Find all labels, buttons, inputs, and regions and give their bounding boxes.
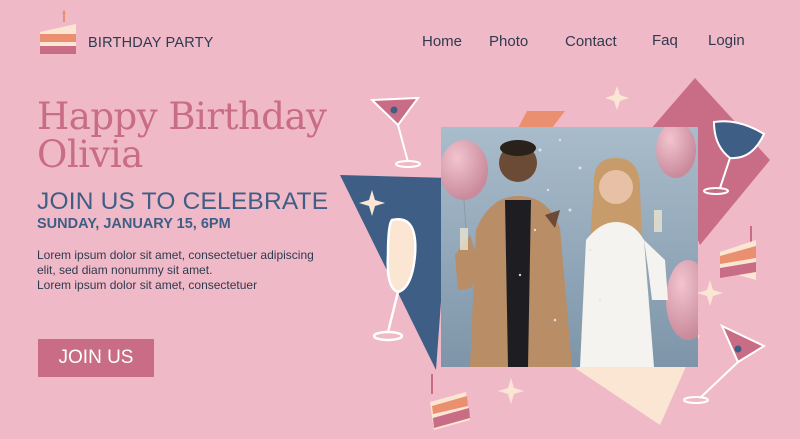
party-photo <box>441 127 698 367</box>
cake-slice-icon <box>430 374 470 430</box>
cocktail-glass-icon <box>369 96 421 168</box>
cake-slice-icon <box>720 226 756 280</box>
hero-illustration <box>340 78 770 430</box>
orange-strip-shape <box>518 111 565 128</box>
